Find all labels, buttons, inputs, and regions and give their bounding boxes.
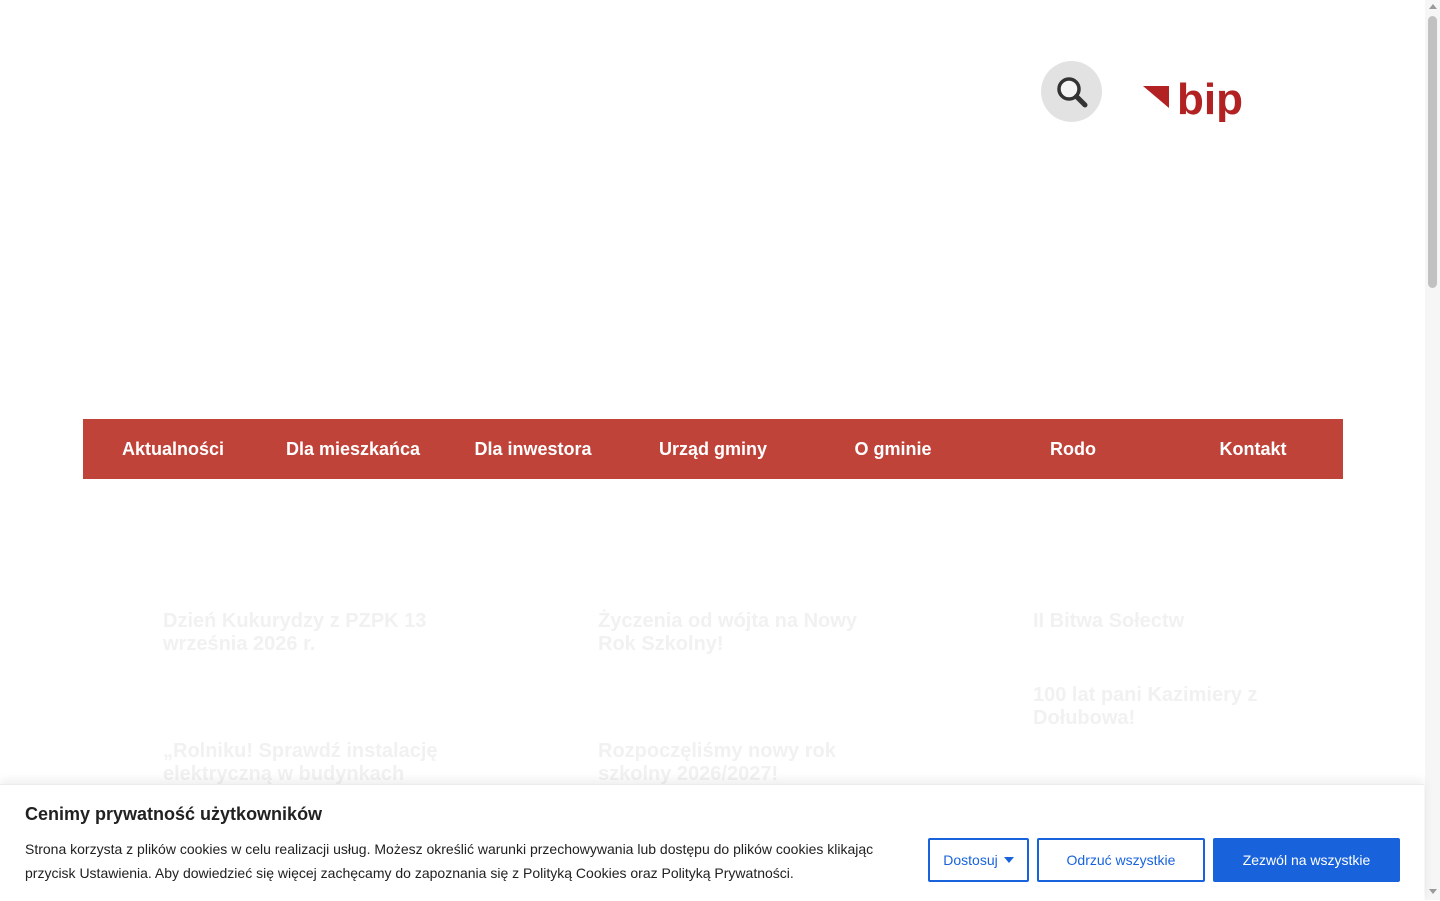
- news-title[interactable]: Dzień Kukurydzy z PZPK 13 września 2026 …: [163, 610, 463, 656]
- search-icon: [1056, 76, 1087, 107]
- scrollbar-thumb[interactable]: [1428, 16, 1437, 288]
- news-title[interactable]: „Rolniku! Sprawdź instalację elektryczną…: [163, 740, 463, 786]
- scroll-up-arrow-icon[interactable]: [1429, 4, 1437, 9]
- nav-item-kontakt[interactable]: Kontakt: [1163, 419, 1343, 479]
- nav-item-rodo[interactable]: Rodo: [983, 419, 1163, 479]
- reject-all-button[interactable]: Odrzuć wszystkie: [1037, 838, 1205, 882]
- news-title[interactable]: II Bitwa Sołectw: [1033, 610, 1333, 633]
- news-title[interactable]: Życzenia od wójta na Nowy Rok Szkolny!: [598, 610, 898, 656]
- news-title[interactable]: 100 lat pani Kazimiery z Dołubowa!: [1033, 684, 1333, 730]
- customize-button-label: Dostosuj: [943, 852, 998, 868]
- nav-item-dla-inwestora[interactable]: Dla inwestora: [443, 419, 623, 479]
- nav-item-aktualnosci[interactable]: Aktualności: [83, 419, 263, 479]
- news-title[interactable]: Rozpoczęliśmy nowy rok szkolny 2026/2027…: [598, 740, 898, 786]
- cookie-consent-banner: Cenimy prywatność użytkowników Strona ko…: [0, 784, 1424, 901]
- bip-logo-text: bip: [1177, 76, 1243, 122]
- cookie-text: Strona korzysta z plików cookies w celu …: [25, 841, 874, 881]
- scroll-down-arrow-icon[interactable]: [1429, 889, 1437, 894]
- nav-item-o-gminie[interactable]: O gminie: [803, 419, 983, 479]
- customize-button[interactable]: Dostosuj: [928, 838, 1029, 882]
- nav-item-dla-mieszkanca[interactable]: Dla mieszkańca: [263, 419, 443, 479]
- accept-all-button[interactable]: Zezwól na wszystkie: [1213, 838, 1400, 882]
- bip-logo[interactable]: bip: [1141, 75, 1259, 124]
- caret-down-icon: [1003, 857, 1014, 863]
- vertical-scrollbar[interactable]: [1425, 0, 1440, 900]
- bip-logo-image: bip: [1143, 75, 1243, 124]
- search-button[interactable]: [1041, 61, 1102, 122]
- cookie-title: Cenimy prywatność użytkowników: [25, 804, 323, 824]
- main-navigation: Aktualności Dla mieszkańca Dla inwestora…: [83, 419, 1343, 479]
- nav-item-urzad-gminy[interactable]: Urząd gminy: [623, 419, 803, 479]
